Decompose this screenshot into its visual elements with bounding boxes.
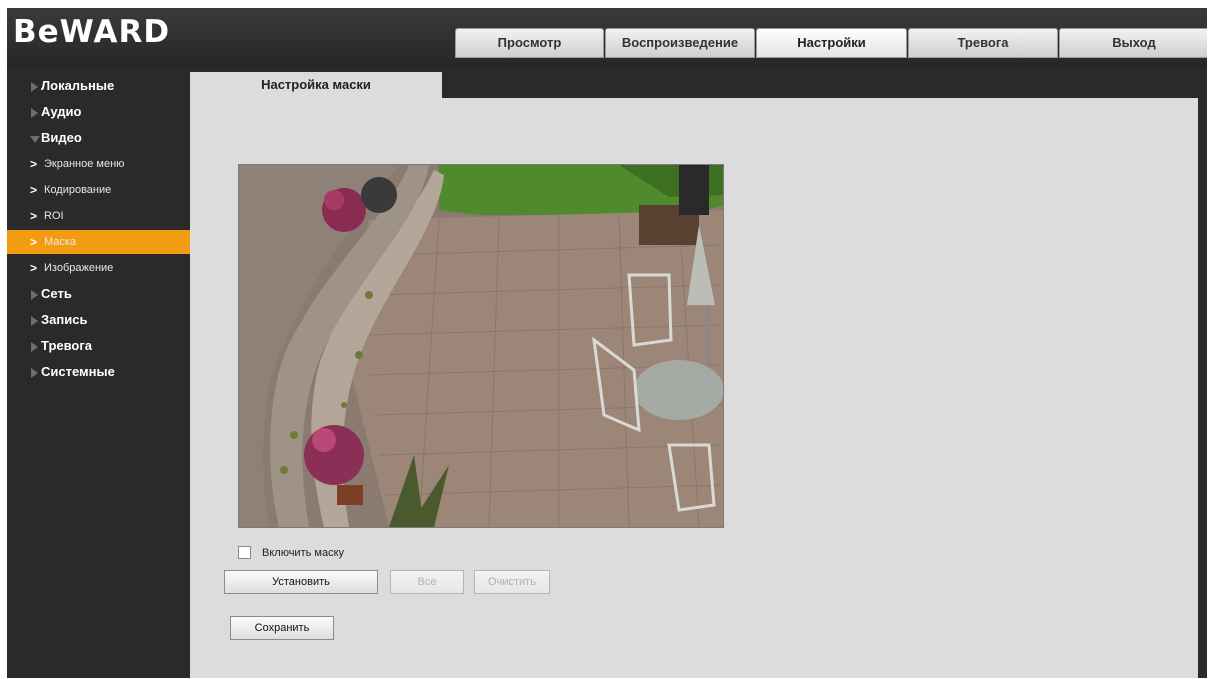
tab-playback[interactable]: Воспроизведение [605, 28, 755, 58]
sidebar-subitem-roi[interactable]: > ROI [7, 204, 190, 228]
sidebar-item-label: Системные [41, 364, 115, 379]
chevron-right-icon: > [30, 261, 38, 275]
sidebar-subitem-label: Изображение [44, 262, 114, 274]
video-preview[interactable] [238, 164, 724, 528]
chevron-right-icon: > [30, 157, 38, 171]
sidebar-subitem-label: Экранное меню [44, 158, 125, 170]
clear-button[interactable]: Очистить [474, 570, 550, 594]
header-bar: BeWARD Просмотр Воспроизведение Настройк… [7, 8, 1207, 68]
enable-mask-label: Включить маску [262, 547, 345, 559]
caret-right-icon [31, 108, 38, 118]
sidebar-item-system[interactable]: Системные [7, 360, 190, 384]
sidebar-item-video[interactable]: Видео [7, 126, 190, 150]
sidebar-item-record[interactable]: Запись [7, 308, 190, 332]
caret-right-icon [31, 368, 38, 378]
sidebar-subitem-label: Кодирование [44, 184, 112, 196]
sidebar-item-label: Аудио [41, 104, 82, 119]
sidebar-subitem-osd[interactable]: > Экранное меню [7, 152, 190, 176]
sidebar-item-label: Локальные [41, 78, 115, 93]
camera-preview-image [239, 165, 723, 527]
sidebar: Локальные Аудио Видео > Экранное меню > … [7, 70, 190, 678]
sidebar-item-label: Сеть [41, 286, 72, 301]
enable-mask-checkbox[interactable] [238, 546, 251, 559]
sidebar-subitem-image[interactable]: > Изображение [7, 256, 190, 280]
sidebar-subitem-mask[interactable]: > Маска [7, 230, 190, 254]
sidebar-item-alarm[interactable]: Тревога [7, 334, 190, 358]
sidebar-item-audio[interactable]: Аудио [7, 100, 190, 124]
sidebar-subitem-label: Маска [44, 236, 77, 248]
tab-exit[interactable]: Выход [1059, 28, 1207, 58]
tab-settings[interactable]: Настройки [756, 28, 907, 58]
caret-right-icon [31, 290, 38, 300]
all-button[interactable]: Все [390, 570, 464, 594]
chevron-right-icon: > [30, 183, 38, 197]
caret-down-icon [30, 136, 40, 143]
caret-right-icon [31, 82, 38, 92]
save-button[interactable]: Сохранить [230, 616, 334, 640]
main-panel: Включить маску Установить Все Очистить С… [190, 98, 1198, 678]
app-window: BeWARD Просмотр Воспроизведение Настройк… [7, 8, 1207, 678]
brand-logo: BeWARD [13, 14, 171, 50]
chevron-right-icon: > [30, 209, 38, 223]
caret-right-icon [31, 316, 38, 326]
sidebar-subitem-label: ROI [44, 210, 64, 222]
caret-right-icon [31, 342, 38, 352]
sidebar-subitem-encoding[interactable]: > Кодирование [7, 178, 190, 202]
sidebar-item-local[interactable]: Локальные [7, 74, 190, 98]
sidebar-item-label: Видео [41, 130, 82, 145]
right-border [1198, 70, 1207, 678]
chevron-right-icon: > [30, 235, 38, 249]
tab-view[interactable]: Просмотр [455, 28, 604, 58]
tab-mask-settings[interactable]: Настройка маски [190, 72, 442, 98]
sidebar-item-network[interactable]: Сеть [7, 282, 190, 306]
sidebar-item-label: Тревога [41, 338, 93, 353]
sidebar-item-label: Запись [41, 312, 88, 327]
set-button[interactable]: Установить [224, 570, 378, 594]
tab-alarm[interactable]: Тревога [908, 28, 1058, 58]
